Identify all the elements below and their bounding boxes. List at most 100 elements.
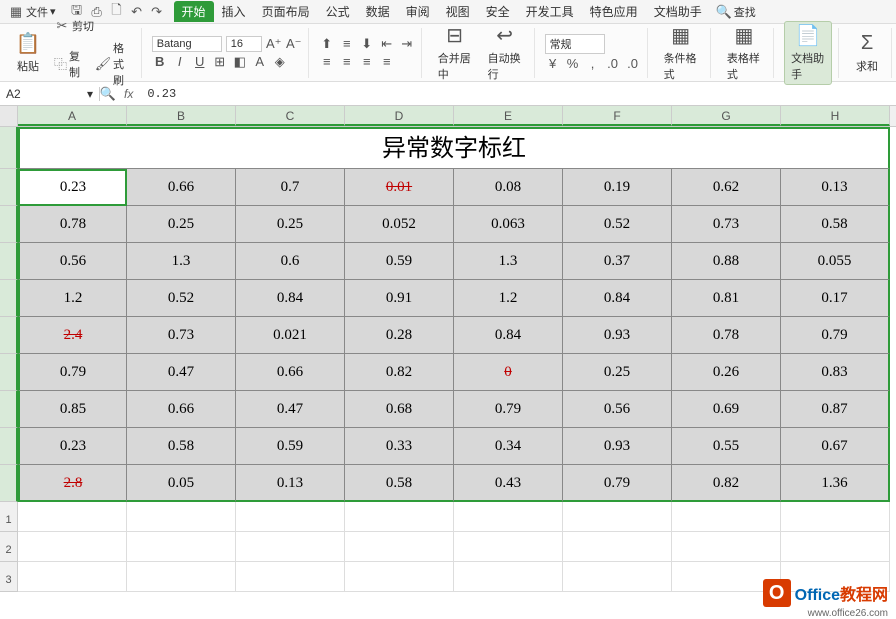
align-bottom-icon[interactable]: ⬇ [359, 36, 375, 52]
tab-视图[interactable]: 视图 [438, 1, 478, 22]
cell[interactable] [454, 502, 563, 532]
tab-公式[interactable]: 公式 [318, 1, 358, 22]
dec-inc-icon[interactable]: .0 [605, 56, 621, 72]
cell[interactable]: 0.28 [345, 317, 454, 354]
align-right-icon[interactable]: ≡ [359, 54, 375, 70]
tab-开发工具[interactable]: 开发工具 [518, 1, 582, 22]
fill-color-icon[interactable]: ◧ [232, 54, 248, 70]
cell[interactable]: 1.3 [454, 243, 563, 280]
cell[interactable]: 1.2 [18, 280, 127, 317]
tab-审阅[interactable]: 审阅 [398, 1, 438, 22]
cell[interactable]: 0.69 [672, 391, 781, 428]
cell[interactable]: 0.79 [563, 465, 672, 502]
cell[interactable]: 0.47 [127, 354, 236, 391]
cell[interactable]: 0.79 [781, 317, 890, 354]
cell[interactable]: 0.52 [563, 206, 672, 243]
cell[interactable]: 0.58 [345, 465, 454, 502]
cell[interactable] [345, 502, 454, 532]
align-top-icon[interactable]: ⬆ [319, 36, 335, 52]
cell[interactable] [18, 532, 127, 562]
cell[interactable]: 0 [454, 354, 563, 391]
cell[interactable]: 0.08 [454, 169, 563, 206]
cell[interactable]: 0.13 [781, 169, 890, 206]
merge-button[interactable]: ⊟合并居中 [432, 22, 478, 84]
col-header-G[interactable]: G [672, 106, 781, 126]
font-color-icon[interactable]: A [252, 54, 268, 70]
cell[interactable]: 0.84 [454, 317, 563, 354]
row-header[interactable]: 1 [0, 502, 18, 532]
align-middle-icon[interactable]: ≡ [339, 36, 355, 52]
align-center-icon[interactable]: ≡ [339, 54, 355, 70]
cell[interactable]: 0.88 [672, 243, 781, 280]
cell[interactable]: 0.34 [454, 428, 563, 465]
cell[interactable]: 0.83 [781, 354, 890, 391]
cell[interactable]: 0.05 [127, 465, 236, 502]
cell[interactable]: 0.66 [127, 169, 236, 206]
row-header[interactable] [0, 317, 18, 354]
cell[interactable]: 0.91 [345, 280, 454, 317]
cell[interactable] [236, 532, 345, 562]
cell[interactable]: 0.13 [236, 465, 345, 502]
row-header[interactable]: 2 [0, 532, 18, 562]
cell[interactable]: 2.4 [18, 317, 127, 354]
cell[interactable]: 1.2 [454, 280, 563, 317]
cell[interactable]: 0.063 [454, 206, 563, 243]
cell[interactable]: 0.66 [236, 354, 345, 391]
cell[interactable]: 1.3 [127, 243, 236, 280]
tab-数据[interactable]: 数据 [358, 1, 398, 22]
cell[interactable] [236, 502, 345, 532]
cell[interactable]: 0.23 [18, 428, 127, 465]
cell[interactable]: 0.7 [236, 169, 345, 206]
cell[interactable]: 0.68 [345, 391, 454, 428]
cell[interactable]: 0.43 [454, 465, 563, 502]
col-header-D[interactable]: D [345, 106, 454, 126]
row-header[interactable] [0, 391, 18, 428]
cell[interactable] [454, 562, 563, 592]
cell[interactable]: 0.62 [672, 169, 781, 206]
cell[interactable]: 0.59 [345, 243, 454, 280]
percent-icon[interactable]: % [565, 56, 581, 72]
cut-button[interactable]: ✂剪切 [50, 16, 135, 36]
cell[interactable]: 0.56 [18, 243, 127, 280]
row-header[interactable]: 3 [0, 562, 18, 592]
cell[interactable]: 0.33 [345, 428, 454, 465]
underline-icon[interactable]: U [192, 54, 208, 70]
align-justify-icon[interactable]: ≡ [379, 54, 395, 70]
tab-开始[interactable]: 开始 [174, 1, 214, 22]
cell[interactable]: 0.26 [672, 354, 781, 391]
col-header-F[interactable]: F [563, 106, 672, 126]
cell[interactable] [345, 532, 454, 562]
cell[interactable]: 0.78 [672, 317, 781, 354]
row-header[interactable] [0, 354, 18, 391]
font-size-select[interactable]: 16 [226, 36, 262, 52]
cell[interactable] [127, 532, 236, 562]
cell[interactable]: 0.59 [236, 428, 345, 465]
comma-icon[interactable]: , [585, 56, 601, 72]
cell[interactable]: 0.01 [345, 169, 454, 206]
dec-dec-icon[interactable]: .0 [625, 56, 641, 72]
cell[interactable]: 0.021 [236, 317, 345, 354]
format-painter-button[interactable]: 🖌格式刷 [91, 38, 135, 90]
name-box[interactable]: A2▾ [0, 87, 100, 101]
cell[interactable] [781, 532, 890, 562]
tab-特色应用[interactable]: 特色应用 [582, 1, 646, 22]
decrease-font-icon[interactable]: A⁻ [286, 36, 302, 52]
cell[interactable]: 0.66 [127, 391, 236, 428]
cell[interactable] [563, 502, 672, 532]
cell[interactable] [127, 502, 236, 532]
col-header-B[interactable]: B [127, 106, 236, 126]
col-header-C[interactable]: C [236, 106, 345, 126]
cell[interactable]: 0.81 [672, 280, 781, 317]
cell[interactable]: 0.17 [781, 280, 890, 317]
wrap-button[interactable]: ↩自动换行 [482, 22, 528, 84]
cell[interactable] [236, 562, 345, 592]
italic-icon[interactable]: I [172, 54, 188, 70]
cell[interactable] [345, 562, 454, 592]
number-format-select[interactable]: 常规 [545, 34, 605, 54]
tab-文档助手[interactable]: 文档助手 [646, 1, 710, 22]
row-header[interactable] [0, 169, 18, 206]
cell[interactable]: 0.79 [18, 354, 127, 391]
cell[interactable]: 0.93 [563, 428, 672, 465]
row-header[interactable] [0, 428, 18, 465]
cell[interactable]: 0.82 [672, 465, 781, 502]
